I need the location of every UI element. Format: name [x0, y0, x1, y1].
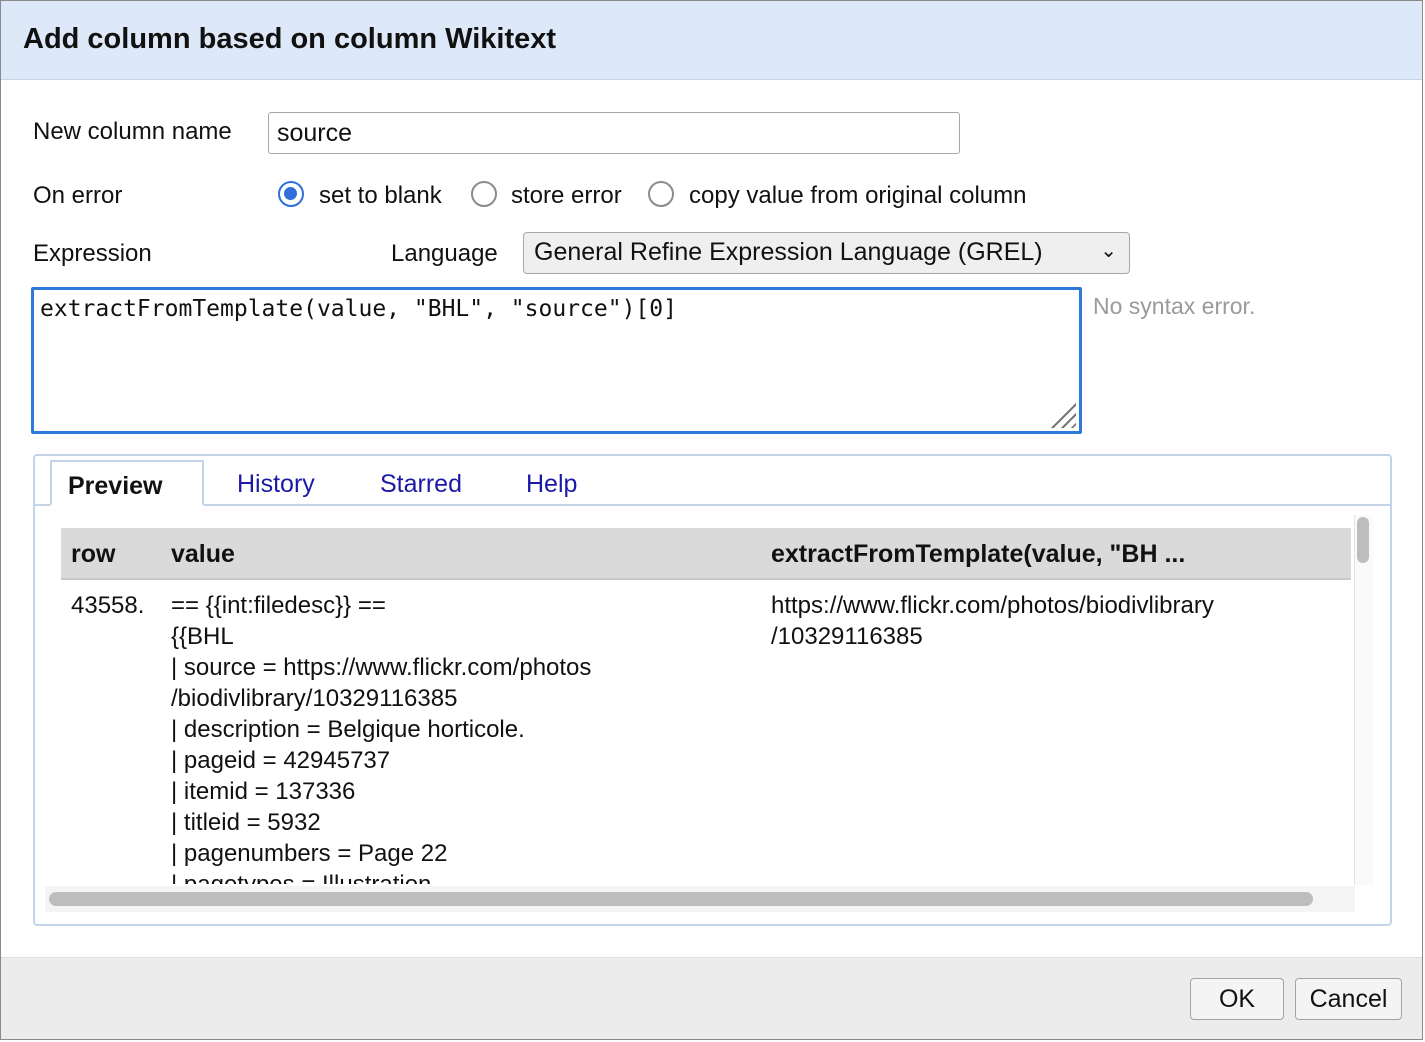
column-header-row: row	[71, 540, 116, 568]
tab-starred[interactable]: Starred	[364, 460, 478, 504]
cell-value-line: | description = Belgique horticole.	[171, 716, 525, 743]
horizontal-scrollbar-thumb[interactable]	[49, 892, 1313, 906]
cancel-button[interactable]: Cancel	[1295, 978, 1402, 1020]
cell-value-line: | pagetypes = Illustration	[171, 869, 431, 884]
dialog-title: Add column based on column Wikitext	[23, 23, 557, 55]
on-error-label: On error	[33, 182, 123, 209]
cell-result-line: /10329116385	[771, 623, 923, 650]
radio-store-error[interactable]	[471, 181, 497, 207]
radio-copy-value-label[interactable]: copy value from original column	[689, 182, 1027, 210]
cell-value-line: /biodivlibrary/10329116385	[171, 685, 458, 712]
cell-value-line: | pagenumbers = Page 22	[171, 840, 448, 867]
chevron-down-icon: ⌄	[1100, 240, 1117, 262]
radio-set-to-blank[interactable]	[278, 181, 304, 207]
new-column-name-label: New column name	[33, 118, 232, 145]
dialog-titlebar: Add column based on column Wikitext	[1, 1, 1422, 80]
cell-value-line: == {{int:filedesc}} ==	[171, 592, 386, 619]
cell-value-line: {{BHL	[171, 623, 234, 650]
language-label: Language	[391, 240, 498, 267]
vertical-scrollbar-thumb[interactable]	[1357, 517, 1369, 563]
column-header-value: value	[171, 540, 235, 568]
table-header: row value extractFromTemplate(value, "BH…	[61, 528, 1351, 580]
add-column-dialog: Add column based on column Wikitext New …	[0, 0, 1423, 1040]
resize-handle-icon[interactable]	[1050, 402, 1076, 428]
cell-value-line: | itemid = 137336	[171, 778, 356, 805]
ok-button[interactable]: OK	[1190, 978, 1284, 1020]
cell-result-line: https://www.flickr.com/photos/biodivlibr…	[771, 592, 1214, 619]
cell-value-line: | source = https://www.flickr.com/photos	[171, 654, 592, 681]
cell-row-number: 43558.	[71, 592, 145, 619]
language-select[interactable]: General Refine Expression Language (GREL…	[523, 232, 1130, 274]
tab-preview[interactable]: Preview	[50, 460, 204, 506]
tab-history[interactable]: History	[221, 460, 331, 504]
expression-label: Expression	[33, 240, 152, 267]
tab-help[interactable]: Help	[510, 460, 593, 504]
expression-editor[interactable]: extractFromTemplate(value, "BHL", "sourc…	[31, 287, 1082, 434]
column-header-result: extractFromTemplate(value, "BH ...	[771, 540, 1186, 568]
radio-store-error-label[interactable]: store error	[511, 182, 622, 210]
syntax-status: No syntax error.	[1093, 293, 1256, 319]
vertical-scrollbar[interactable]	[1354, 515, 1373, 885]
cell-value-line: | titleid = 5932	[171, 809, 321, 836]
cell-value-line: | pageid = 42945737	[171, 747, 391, 774]
new-column-name-input[interactable]	[268, 112, 960, 154]
expression-text[interactable]: extractFromTemplate(value, "BHL", "sourc…	[40, 296, 677, 322]
language-select-value: General Refine Expression Language (GREL…	[534, 238, 1043, 266]
radio-set-to-blank-label[interactable]: set to blank	[319, 182, 442, 210]
radio-copy-value[interactable]	[648, 181, 674, 207]
tabs-panel: Preview History Starred Help row value e…	[33, 454, 1392, 926]
tab-strip: Preview History Starred Help	[35, 456, 1390, 506]
preview-table: row value extractFromTemplate(value, "BH…	[61, 528, 1351, 884]
